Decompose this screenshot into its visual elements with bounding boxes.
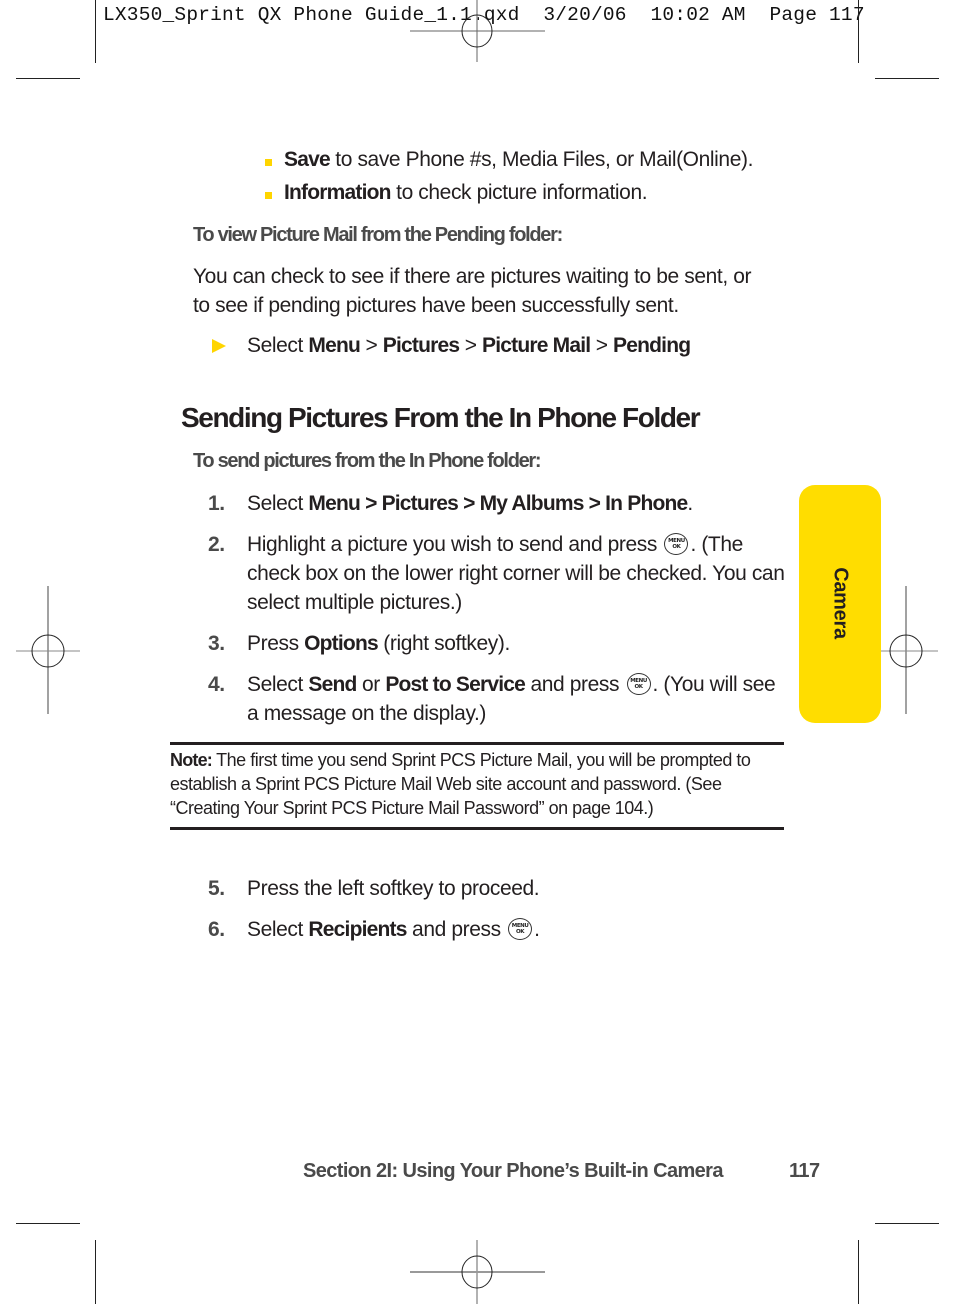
pending-menu-path: Select Menu > Pictures > Picture Mail > … [247, 331, 691, 360]
step-bold: Recipients [308, 918, 407, 941]
option-item-save: Save to save Phone #s, Media Files, or M… [265, 148, 753, 172]
option-desc: to save Phone #s, Media Files, or Mail(O… [329, 148, 754, 171]
step-text: (right softkey). [377, 632, 510, 655]
step-text: and press [525, 673, 625, 696]
note-label: Note: [170, 750, 213, 770]
step-4: 4. Select Send or Post to Service and pr… [208, 670, 788, 728]
path-separator: > [590, 334, 614, 357]
menu-ok-key-icon: MENU OK [508, 918, 533, 940]
path-prefix: Select [247, 334, 309, 357]
arrow-bullet-icon [212, 339, 226, 353]
step-bold: Send [308, 673, 357, 696]
crop-mark [95, 0, 96, 63]
chapter-tab: Camera [799, 485, 881, 723]
registration-mark-right [874, 586, 938, 714]
step-text: or [356, 673, 386, 696]
option-name: Save [284, 148, 331, 171]
option-name: Information [284, 181, 392, 204]
path-separator: > [459, 334, 482, 357]
menu-ok-key-icon: MENU OK [626, 673, 651, 695]
registration-mark-bottom [410, 1240, 545, 1304]
option-desc: to check picture information. [390, 181, 648, 204]
paragraph-line: to see if pending pictures have been suc… [193, 294, 679, 317]
path-item: Picture Mail [482, 334, 591, 357]
step-text: Press the left softkey to proceed. [247, 877, 540, 900]
path-item: Pictures [382, 334, 460, 357]
path-separator: > [360, 334, 383, 357]
step-text: Press [247, 632, 305, 655]
step-5: 5. Press the left softkey to proceed. [208, 874, 788, 903]
step-bold: Menu > Pictures > My Albums > In Phone [308, 492, 688, 515]
path-item: Menu [308, 334, 361, 357]
step-text: Select [247, 492, 309, 515]
chapter-tab-label: Camera [829, 567, 852, 639]
step-text: . [687, 492, 693, 515]
step-bold: Post to Service [385, 673, 526, 696]
step-text: Select [247, 673, 309, 696]
bullet-square-icon [265, 159, 272, 166]
step-number: 1. [208, 492, 225, 515]
path-item: Pending [613, 334, 691, 357]
note-box: Note: The first time you send Sprint PCS… [170, 742, 784, 830]
crop-mark [875, 1223, 939, 1224]
menu-ok-key-icon: MENU OK [664, 533, 689, 555]
step-2: 2. Highlight a picture you wish to send … [208, 530, 788, 617]
step-number: 4. [208, 673, 225, 696]
option-item-information: Information to check picture information… [265, 181, 648, 205]
step-text: . [534, 918, 540, 941]
step-6: 6. Select Recipients and press MENU OK. [208, 915, 788, 944]
section-heading: Sending Pictures From the In Phone Folde… [181, 402, 701, 433]
footer-page-number: 117 [789, 1160, 820, 1182]
step-text: Select [247, 918, 309, 941]
crop-mark [858, 0, 859, 63]
crop-mark [16, 1223, 80, 1224]
step-text: Highlight a picture you wish to send and… [247, 533, 663, 556]
step-1: 1. Select Menu > Pictures > My Albums > … [208, 489, 788, 518]
step-text: and press [406, 918, 507, 941]
crop-mark [16, 78, 80, 79]
pending-subhead: To view Picture Mail from the Pending fo… [193, 224, 563, 246]
step-3: 3. Press Options (right softkey). [208, 629, 788, 658]
registration-mark-left [16, 586, 80, 714]
crop-mark [95, 1240, 96, 1304]
footer-section-title: Section 2I: Using Your Phone’s Built-in … [303, 1160, 723, 1182]
crop-mark [875, 78, 939, 79]
crop-mark [858, 1240, 859, 1304]
paragraph-line: You can check to see if there are pictur… [193, 265, 752, 288]
registration-mark-top [410, 0, 545, 62]
section-subhead: To send pictures from the In Phone folde… [193, 450, 542, 472]
bullet-square-icon [265, 192, 272, 199]
pending-paragraph: You can check to see if there are pictur… [193, 262, 751, 320]
step-number: 6. [208, 918, 225, 941]
note-text: The first time you send Sprint PCS Pictu… [170, 750, 751, 818]
step-bold: Options [304, 632, 379, 655]
step-number: 3. [208, 632, 225, 655]
step-number: 5. [208, 877, 225, 900]
step-number: 2. [208, 533, 225, 556]
